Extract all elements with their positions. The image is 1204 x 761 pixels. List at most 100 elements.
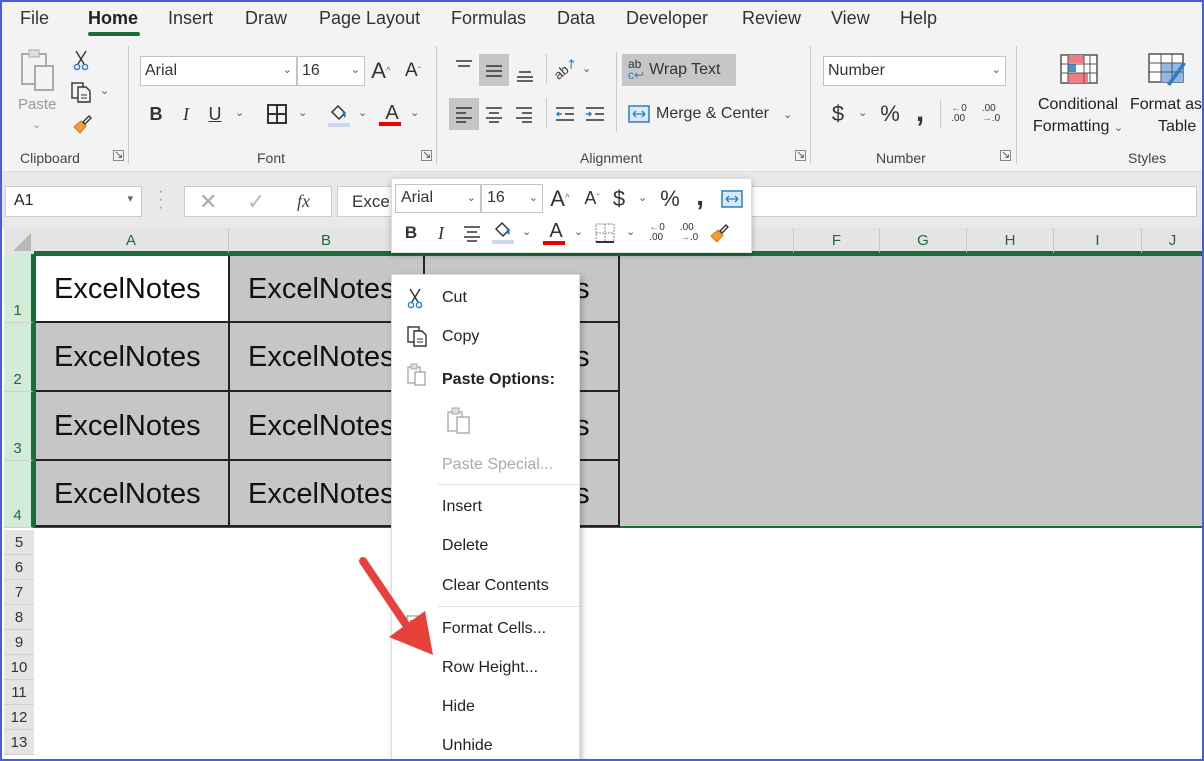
- mini-bold-button[interactable]: B: [402, 219, 420, 247]
- increase-indent-icon[interactable]: [582, 98, 608, 130]
- mini-increase-decimal-icon[interactable]: ←0.00: [644, 219, 670, 247]
- mini-fill-color-dropdown[interactable]: ⌄: [522, 225, 531, 238]
- number-launcher[interactable]: ↘: [1000, 150, 1011, 161]
- decrease-font-size-icon[interactable]: Aˇ: [400, 56, 426, 86]
- mini-decrease-font-icon[interactable]: Aˇ: [580, 184, 604, 213]
- merge-center-button[interactable]: Merge & Center ⌄: [624, 98, 800, 130]
- number-format-select[interactable]: Number ⌄: [823, 56, 1006, 86]
- mini-currency-button[interactable]: $: [610, 184, 628, 213]
- menu-item-clear-contents[interactable]: Clear Contents: [442, 577, 549, 595]
- mini-borders-icon[interactable]: [592, 219, 618, 247]
- mini-fill-color-icon[interactable]: [490, 217, 516, 247]
- cancel-icon[interactable]: ✕: [199, 189, 217, 215]
- row-header-5[interactable]: 5: [4, 530, 34, 555]
- row-header-9[interactable]: 9: [4, 630, 34, 655]
- tab-draw[interactable]: Draw: [245, 8, 287, 29]
- tab-review[interactable]: Review: [742, 8, 801, 29]
- decrease-indent-icon[interactable]: [552, 98, 578, 130]
- tab-view[interactable]: View: [831, 8, 870, 29]
- row-header-8[interactable]: 8: [4, 605, 34, 630]
- increase-decimal-icon[interactable]: ←0.00: [946, 98, 972, 130]
- mini-font-color-dropdown[interactable]: ⌄: [574, 225, 583, 238]
- mini-italic-button[interactable]: I: [432, 219, 450, 247]
- cut-icon[interactable]: [70, 48, 92, 72]
- tab-insert[interactable]: Insert: [168, 8, 213, 29]
- tab-data[interactable]: Data: [557, 8, 595, 29]
- row-header-4[interactable]: 4: [4, 461, 34, 528]
- row-header-3[interactable]: 3: [4, 392, 34, 461]
- row-header-13[interactable]: 13: [4, 730, 34, 755]
- copy-dropdown[interactable]: ⌄: [100, 84, 109, 97]
- comma-style-button[interactable]: ,: [910, 94, 930, 130]
- italic-button[interactable]: I: [175, 100, 197, 128]
- name-box[interactable]: A1 ▾: [5, 186, 142, 217]
- increase-font-size-icon[interactable]: A ^: [368, 56, 394, 86]
- underline-dropdown[interactable]: ⌄: [235, 106, 244, 119]
- column-header-f[interactable]: F: [794, 228, 880, 254]
- mini-increase-font-icon[interactable]: A ^: [548, 184, 572, 213]
- mini-center-icon[interactable]: [460, 219, 484, 247]
- align-right-icon[interactable]: [510, 98, 538, 130]
- wrap-text-button[interactable]: ab c↩ Wrap Text: [622, 54, 736, 86]
- orientation-dropdown[interactable]: ⌄: [582, 62, 591, 75]
- alignment-launcher[interactable]: ↘: [795, 150, 806, 161]
- paste-icon[interactable]: [18, 48, 58, 92]
- bottom-align-icon[interactable]: [511, 58, 539, 88]
- insert-function-icon[interactable]: fx: [297, 191, 310, 212]
- cell-a2[interactable]: ExcelNotes: [36, 323, 230, 392]
- tab-home[interactable]: Home: [88, 8, 138, 29]
- column-header-a[interactable]: A: [34, 228, 229, 254]
- conditional-formatting-button[interactable]: Conditional Formatting ⌄: [1030, 94, 1126, 139]
- cell-a3[interactable]: ExcelNotes: [36, 392, 230, 461]
- middle-align-icon[interactable]: [479, 54, 509, 86]
- paste-dropdown[interactable]: ⌄: [32, 118, 41, 131]
- column-header-i[interactable]: I: [1054, 228, 1142, 254]
- tab-page-layout[interactable]: Page Layout: [319, 8, 420, 29]
- mini-font-name-select[interactable]: Arial ⌄: [395, 184, 481, 213]
- top-align-icon[interactable]: [450, 52, 478, 82]
- column-header-g[interactable]: G: [880, 228, 967, 254]
- row-header-7[interactable]: 7: [4, 580, 34, 605]
- menu-item-hide[interactable]: Hide: [442, 698, 475, 716]
- enter-icon[interactable]: ✓: [247, 189, 265, 215]
- tab-file[interactable]: File: [20, 8, 49, 29]
- mini-decrease-decimal-icon[interactable]: .00 →.0: [676, 219, 702, 247]
- conditional-formatting-icon[interactable]: [1058, 52, 1100, 86]
- font-size-select[interactable]: 16 ⌄: [297, 56, 365, 86]
- orientation-icon[interactable]: ab↗: [551, 54, 580, 84]
- font-launcher[interactable]: ↘: [421, 150, 432, 161]
- fill-color-icon[interactable]: [326, 100, 352, 130]
- font-color-dropdown[interactable]: ⌄: [410, 106, 419, 119]
- paste-icon[interactable]: [446, 407, 472, 440]
- bold-button[interactable]: B: [145, 100, 167, 128]
- menu-item-copy[interactable]: Copy: [442, 328, 479, 346]
- currency-dropdown[interactable]: ⌄: [858, 106, 867, 119]
- row-header-1[interactable]: 1: [4, 254, 34, 323]
- menu-item-row-height[interactable]: Row Height...: [442, 659, 538, 677]
- currency-button[interactable]: $: [828, 98, 848, 130]
- mini-percent-button[interactable]: %: [657, 184, 683, 213]
- clipboard-launcher[interactable]: ↘: [113, 150, 124, 161]
- mini-borders-dropdown[interactable]: ⌄: [626, 225, 635, 238]
- percent-button[interactable]: %: [876, 98, 904, 130]
- menu-item-format-cells[interactable]: Format Cells...: [442, 620, 546, 638]
- menu-item-cut[interactable]: Cut: [442, 289, 467, 307]
- column-header-h[interactable]: H: [967, 228, 1054, 254]
- align-center-icon[interactable]: [480, 98, 508, 130]
- mini-font-size-select[interactable]: 16 ⌄: [481, 184, 543, 213]
- row-header-12[interactable]: 12: [4, 705, 34, 730]
- mini-currency-dropdown[interactable]: ⌄: [638, 191, 647, 204]
- copy-icon[interactable]: [68, 80, 94, 104]
- tab-developer[interactable]: Developer: [626, 8, 708, 29]
- menu-item-unhide[interactable]: Unhide: [442, 737, 493, 755]
- borders-dropdown[interactable]: ⌄: [298, 106, 307, 119]
- decrease-decimal-icon[interactable]: .00 →.0: [978, 98, 1004, 130]
- font-name-select[interactable]: Arial ⌄: [140, 56, 297, 86]
- row-header-2[interactable]: 2: [4, 323, 34, 392]
- column-header-j[interactable]: J: [1142, 228, 1204, 254]
- cell-a1[interactable]: ExcelNotes: [36, 256, 230, 323]
- mini-format-painter-icon[interactable]: [706, 219, 732, 247]
- align-left-icon[interactable]: [449, 98, 479, 130]
- format-painter-icon[interactable]: [70, 112, 94, 136]
- menu-item-delete[interactable]: Delete: [442, 537, 488, 555]
